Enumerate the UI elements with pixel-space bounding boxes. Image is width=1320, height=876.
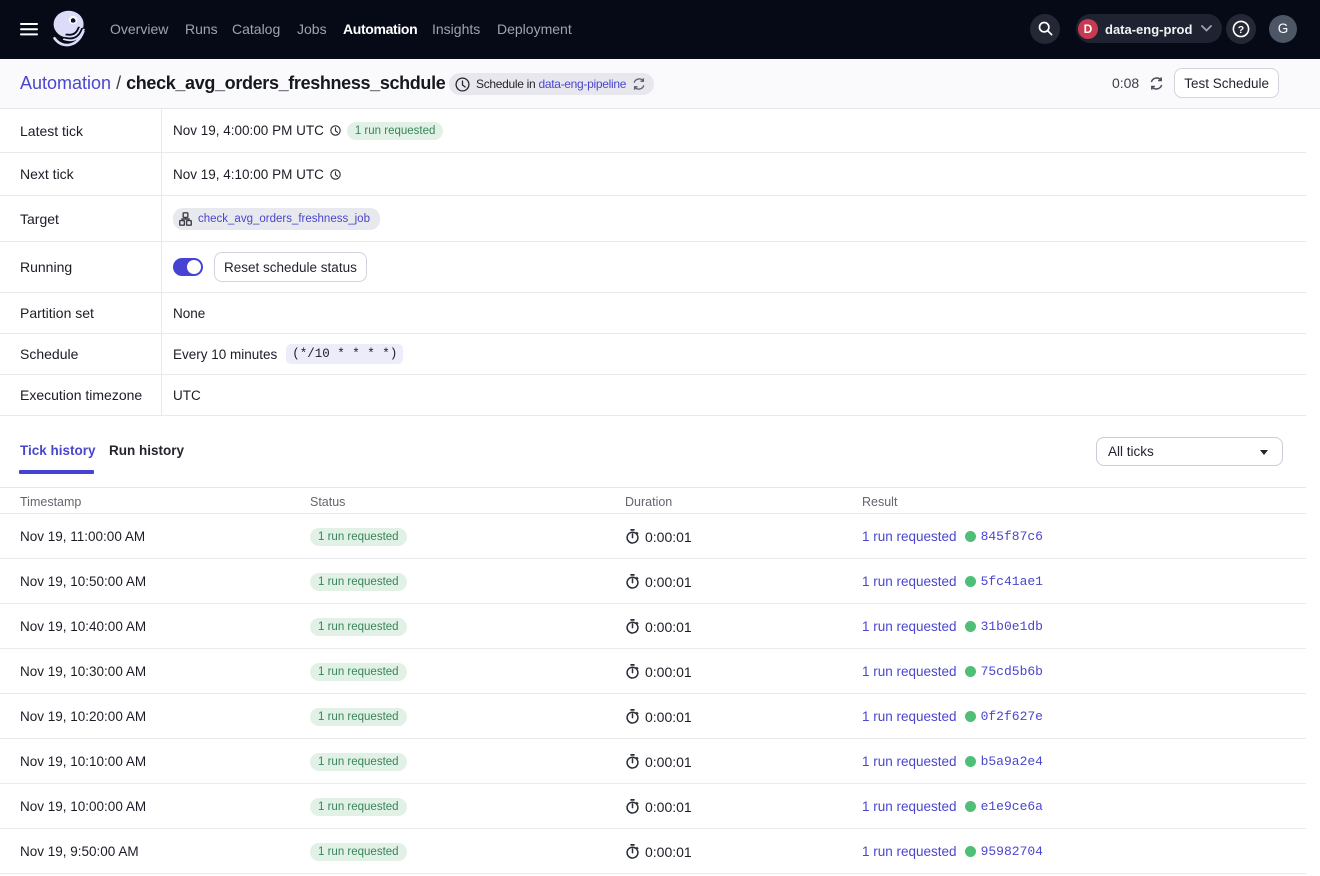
svg-text:?: ? <box>1238 24 1244 36</box>
